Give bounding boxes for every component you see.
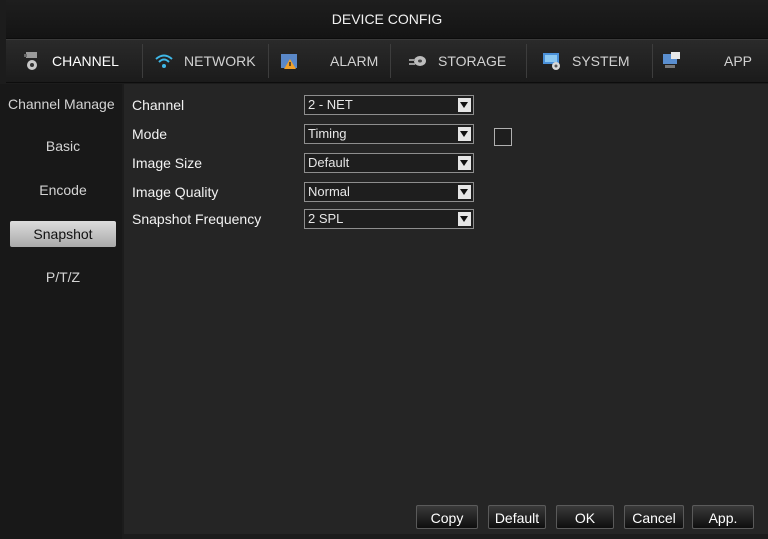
- wifi-icon: [155, 54, 173, 68]
- dropdown-arrow-icon[interactable]: [458, 127, 471, 141]
- mode-checkbox[interactable]: [494, 128, 512, 146]
- channel-icon: [24, 52, 37, 70]
- dropdown-arrow-icon[interactable]: [458, 185, 471, 199]
- sidebar: Channel Manage Basic Encode Snapshot P/T…: [0, 84, 122, 539]
- tab-label: ALARM: [330, 53, 379, 69]
- copy-button[interactable]: Copy: [416, 505, 478, 529]
- image-size-select[interactable]: Default: [304, 153, 474, 173]
- channel-value: 2 - NET: [308, 97, 353, 112]
- tab-divider: [652, 44, 653, 78]
- dropdown-arrow-icon[interactable]: [458, 98, 471, 112]
- window-title: DEVICE CONFIG: [6, 0, 768, 39]
- mode-select[interactable]: Timing: [304, 124, 474, 144]
- sidebar-item-basic[interactable]: Basic: [10, 133, 116, 159]
- tab-network[interactable]: NETWORK: [154, 40, 256, 82]
- tab-divider: [526, 44, 527, 78]
- mode-row: Mode Timing: [132, 124, 532, 146]
- tab-divider: [390, 44, 391, 78]
- image-quality-row: Image Quality Normal: [132, 182, 532, 204]
- default-button[interactable]: Default: [488, 505, 546, 529]
- channel-select[interactable]: 2 - NET: [304, 95, 474, 115]
- sidebar-item-encode[interactable]: Encode: [10, 177, 116, 203]
- channel-label: Channel: [132, 97, 185, 113]
- image-quality-select[interactable]: Normal: [304, 182, 474, 202]
- tab-divider: [268, 44, 269, 78]
- tab-alarm[interactable]: ALARM: [280, 40, 378, 82]
- dropdown-arrow-icon[interactable]: [458, 156, 471, 170]
- sidebar-item-ptz[interactable]: P/T/Z: [10, 264, 116, 290]
- sidebar-item-channel-manage[interactable]: Channel Manage: [0, 91, 122, 117]
- tab-label: APP: [724, 53, 753, 69]
- tab-storage[interactable]: STORAGE: [408, 40, 506, 82]
- tab-system[interactable]: SYSTEM: [542, 40, 630, 82]
- mode-value: Timing: [308, 126, 347, 141]
- snapshot-frequency-value: 2 SPL: [308, 211, 344, 226]
- tab-label: SYSTEM: [572, 53, 630, 69]
- snapshot-frequency-select[interactable]: 2 SPL: [304, 209, 474, 229]
- tab-label: STORAGE: [438, 53, 507, 69]
- ok-button[interactable]: OK: [556, 505, 614, 529]
- tab-divider: [142, 44, 143, 78]
- channel-row: Channel 2 - NET: [132, 95, 532, 117]
- settings-panel: Channel 2 - NET Mode Timing Image Size D…: [124, 84, 768, 534]
- main-tabs: CHANNEL NETWORK ALARM STORAGE SYSTEM APP: [6, 39, 768, 83]
- system-icon: [543, 53, 560, 70]
- tab-label: CHANNEL: [52, 53, 119, 69]
- alarm-icon: [281, 54, 297, 69]
- mode-label: Mode: [132, 126, 168, 142]
- snapshot-frequency-row: Snapshot Frequency 2 SPL: [132, 209, 532, 231]
- image-size-value: Default: [308, 155, 350, 170]
- apply-button[interactable]: App.: [692, 505, 754, 529]
- image-quality-label: Image Quality: [132, 184, 219, 200]
- tab-label: NETWORK: [184, 53, 256, 69]
- app-icon: [663, 52, 680, 68]
- tab-channel[interactable]: CHANNEL: [22, 40, 119, 82]
- image-size-row: Image Size Default: [132, 153, 532, 175]
- sidebar-item-snapshot[interactable]: Snapshot: [10, 221, 116, 247]
- cancel-button[interactable]: Cancel: [624, 505, 684, 529]
- tab-app[interactable]: APP: [662, 40, 752, 82]
- storage-icon: [409, 56, 426, 66]
- image-quality-value: Normal: [308, 184, 350, 199]
- image-size-label: Image Size: [132, 155, 203, 171]
- snapshot-frequency-label: Snapshot Frequency: [132, 211, 262, 227]
- dropdown-arrow-icon[interactable]: [458, 212, 471, 226]
